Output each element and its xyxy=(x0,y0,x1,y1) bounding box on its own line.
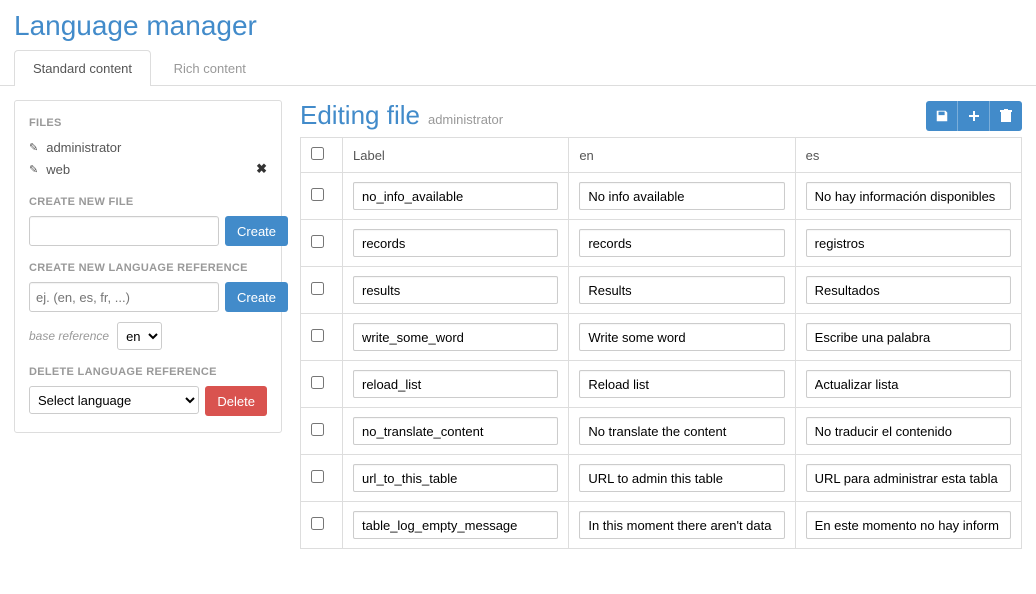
main-panel: Editing file administrator Label en xyxy=(300,100,1022,549)
en-input[interactable] xyxy=(579,511,784,539)
editing-file-title: Editing file xyxy=(300,100,420,131)
row-checkbox[interactable] xyxy=(311,517,324,530)
en-input[interactable] xyxy=(579,370,784,398)
es-input[interactable] xyxy=(806,229,1011,257)
label-input[interactable] xyxy=(353,370,558,398)
row-checkbox[interactable] xyxy=(311,423,324,436)
table-row xyxy=(301,502,1022,549)
table-row xyxy=(301,220,1022,267)
tabs: Standard content Rich content xyxy=(0,50,1036,86)
create-file-heading: CREATE NEW FILE xyxy=(29,196,267,208)
action-button-group xyxy=(926,101,1022,131)
delete-lang-heading: DELETE LANGUAGE REFERENCE xyxy=(29,366,267,378)
row-checkbox[interactable] xyxy=(311,188,324,201)
en-input[interactable] xyxy=(579,464,784,492)
add-icon[interactable] xyxy=(958,101,990,131)
page-title: Language manager xyxy=(0,0,1036,50)
delete-lang-select[interactable]: Select language xyxy=(29,386,199,414)
create-lang-heading: CREATE NEW LANGUAGE REFERENCE xyxy=(29,262,267,274)
column-header-en: en xyxy=(569,138,795,173)
table-row xyxy=(301,455,1022,502)
file-name[interactable]: administrator xyxy=(46,140,267,155)
delete-lang-button[interactable]: Delete xyxy=(205,386,267,416)
label-input[interactable] xyxy=(353,182,558,210)
es-input[interactable] xyxy=(806,370,1011,398)
table-row xyxy=(301,361,1022,408)
base-reference-select[interactable]: en xyxy=(117,322,162,350)
file-row: ✎ web ✖ xyxy=(29,158,267,180)
es-input[interactable] xyxy=(806,417,1011,445)
es-input[interactable] xyxy=(806,323,1011,351)
select-all-checkbox[interactable] xyxy=(311,147,324,160)
en-input[interactable] xyxy=(579,417,784,445)
label-input[interactable] xyxy=(353,464,558,492)
table-row xyxy=(301,314,1022,361)
en-input[interactable] xyxy=(579,182,784,210)
en-input[interactable] xyxy=(579,276,784,304)
es-input[interactable] xyxy=(806,182,1011,210)
label-input[interactable] xyxy=(353,511,558,539)
label-input[interactable] xyxy=(353,276,558,304)
create-file-input[interactable] xyxy=(29,216,219,246)
row-checkbox[interactable] xyxy=(311,235,324,248)
row-checkbox[interactable] xyxy=(311,376,324,389)
edit-icon[interactable]: ✎ xyxy=(29,141,38,154)
es-input[interactable] xyxy=(806,511,1011,539)
table-row xyxy=(301,173,1022,220)
create-lang-button[interactable]: Create xyxy=(225,282,288,312)
column-header-label: Label xyxy=(343,138,569,173)
tab-rich-content[interactable]: Rich content xyxy=(155,50,265,86)
table-row xyxy=(301,408,1022,455)
label-input[interactable] xyxy=(353,229,558,257)
tab-standard-content[interactable]: Standard content xyxy=(14,50,151,86)
es-input[interactable] xyxy=(806,464,1011,492)
save-icon[interactable] xyxy=(926,101,958,131)
row-checkbox[interactable] xyxy=(311,329,324,342)
file-row: ✎ administrator xyxy=(29,137,267,158)
translation-table: Label en es xyxy=(300,137,1022,549)
files-heading: FILES xyxy=(29,117,267,129)
file-name[interactable]: web xyxy=(46,162,256,177)
edit-icon[interactable]: ✎ xyxy=(29,163,38,176)
label-input[interactable] xyxy=(353,417,558,445)
trash-icon[interactable] xyxy=(990,101,1022,131)
es-input[interactable] xyxy=(806,276,1011,304)
create-file-button[interactable]: Create xyxy=(225,216,288,246)
base-reference-label: base reference xyxy=(29,329,109,343)
column-header-es: es xyxy=(795,138,1021,173)
sidebar: FILES ✎ administrator ✎ web ✖ CREATE NEW… xyxy=(14,100,282,433)
en-input[interactable] xyxy=(579,323,784,351)
en-input[interactable] xyxy=(579,229,784,257)
create-lang-input[interactable] xyxy=(29,282,219,312)
row-checkbox[interactable] xyxy=(311,282,324,295)
editing-file-subtitle: administrator xyxy=(428,112,503,127)
close-icon[interactable]: ✖ xyxy=(256,161,267,177)
row-checkbox[interactable] xyxy=(311,470,324,483)
label-input[interactable] xyxy=(353,323,558,351)
table-row xyxy=(301,267,1022,314)
